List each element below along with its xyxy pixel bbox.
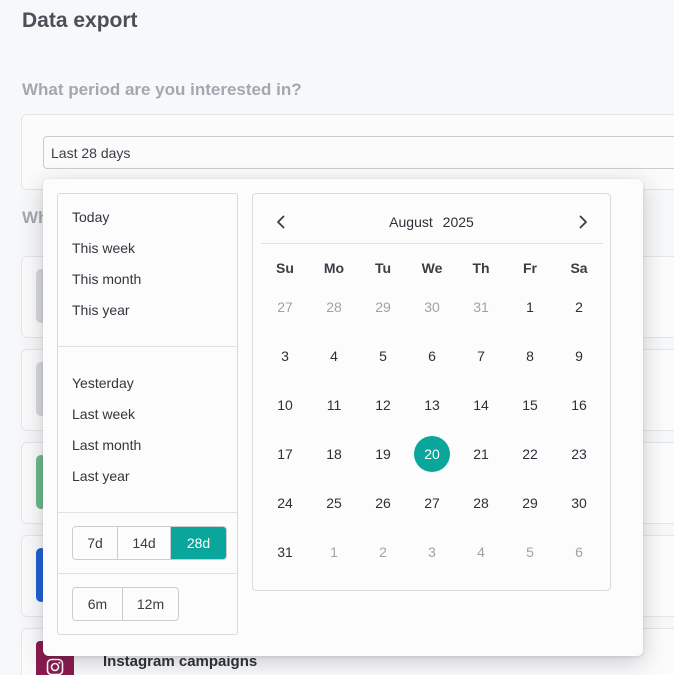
calendar-day[interactable]: 2: [365, 534, 401, 570]
calendar-month-year: August 2025: [253, 214, 610, 230]
weekday-header: Mo: [323, 260, 345, 276]
calendar-panel: August 2025 Su Mo Tu We Th Fr Sa 27 28 29 30 31 1 2 3 4…: [252, 193, 611, 591]
calendar-day[interactable]: 3: [414, 534, 450, 570]
preset-this-month[interactable]: This month: [72, 271, 141, 287]
calendar-divider: [261, 243, 603, 244]
calendar-day[interactable]: 6: [561, 534, 597, 570]
calendar-day[interactable]: 9: [561, 338, 597, 374]
page-title: Data export: [22, 9, 138, 32]
calendar-day[interactable]: 27: [414, 485, 450, 521]
calendar-day[interactable]: 29: [365, 289, 401, 325]
chevron-right-icon[interactable]: [573, 212, 593, 232]
calendar-day[interactable]: 28: [316, 289, 352, 325]
quick-6m-button[interactable]: 6m: [73, 588, 123, 620]
calendar-day[interactable]: 23: [561, 436, 597, 472]
preset-divider: [58, 512, 237, 513]
preset-yesterday[interactable]: Yesterday: [72, 375, 134, 391]
calendar-day[interactable]: 15: [512, 387, 548, 423]
weekday-header: Tu: [374, 260, 392, 276]
preset-divider: [58, 573, 237, 574]
calendar-day[interactable]: 17: [267, 436, 303, 472]
calendar-day[interactable]: 21: [463, 436, 499, 472]
calendar-day[interactable]: 5: [365, 338, 401, 374]
calendar-day[interactable]: 13: [414, 387, 450, 423]
calendar-day[interactable]: 3: [267, 338, 303, 374]
calendar-day[interactable]: 16: [561, 387, 597, 423]
calendar-day[interactable]: 18: [316, 436, 352, 472]
calendar-day[interactable]: 10: [267, 387, 303, 423]
quick-months-segment: 6m 12m: [72, 587, 179, 621]
calendar-day[interactable]: 1: [512, 289, 548, 325]
calendar-day[interactable]: 31: [463, 289, 499, 325]
calendar-day[interactable]: 8: [512, 338, 548, 374]
period-select[interactable]: Last 28 days: [43, 136, 674, 169]
calendar-day[interactable]: 7: [463, 338, 499, 374]
calendar-day[interactable]: 6: [414, 338, 450, 374]
calendar-day[interactable]: 31: [267, 534, 303, 570]
calendar-day[interactable]: 30: [414, 289, 450, 325]
calendar-day[interactable]: 25: [316, 485, 352, 521]
calendar-day[interactable]: 5: [512, 534, 548, 570]
calendar-day[interactable]: 4: [463, 534, 499, 570]
calendar-day[interactable]: 24: [267, 485, 303, 521]
preset-this-week[interactable]: This week: [72, 240, 135, 256]
calendar-day[interactable]: 14: [463, 387, 499, 423]
quick-7d-button[interactable]: 7d: [73, 527, 118, 559]
preset-this-year[interactable]: This year: [72, 302, 130, 318]
calendar-day[interactable]: 27: [267, 289, 303, 325]
preset-today[interactable]: Today: [72, 209, 109, 225]
calendar-day-selected[interactable]: 20: [414, 436, 450, 472]
calendar-day[interactable]: 30: [561, 485, 597, 521]
weekday-header: We: [421, 260, 443, 276]
calendar-day[interactable]: 12: [365, 387, 401, 423]
calendar-day[interactable]: 11: [316, 387, 352, 423]
weekday-header: Sa: [570, 260, 588, 276]
period-question-heading: What period are you interested in?: [22, 80, 302, 99]
quick-28d-button[interactable]: 28d: [171, 527, 226, 559]
quick-14d-button[interactable]: 14d: [118, 527, 171, 559]
calendar-day[interactable]: 4: [316, 338, 352, 374]
calendar-day[interactable]: 29: [512, 485, 548, 521]
calendar-day[interactable]: 26: [365, 485, 401, 521]
preset-divider: [58, 346, 237, 347]
calendar-day[interactable]: 19: [365, 436, 401, 472]
quick-12m-button[interactable]: 12m: [123, 588, 178, 620]
calendar-day[interactable]: 22: [512, 436, 548, 472]
preset-last-year[interactable]: Last year: [72, 468, 130, 484]
calendar-year: 2025: [442, 214, 474, 230]
calendar-day[interactable]: 2: [561, 289, 597, 325]
weekday-header: Th: [472, 260, 490, 276]
preset-last-month[interactable]: Last month: [72, 437, 141, 453]
weekday-header: Su: [276, 260, 294, 276]
weekday-header: Fr: [523, 260, 537, 276]
calendar-month: August: [389, 214, 433, 230]
preset-last-week[interactable]: Last week: [72, 406, 135, 422]
quick-days-segment: 7d 14d 28d: [72, 526, 227, 560]
calendar-day[interactable]: 1: [316, 534, 352, 570]
preset-panel: Today This week This month This year Yes…: [57, 193, 238, 635]
calendar-day[interactable]: 28: [463, 485, 499, 521]
